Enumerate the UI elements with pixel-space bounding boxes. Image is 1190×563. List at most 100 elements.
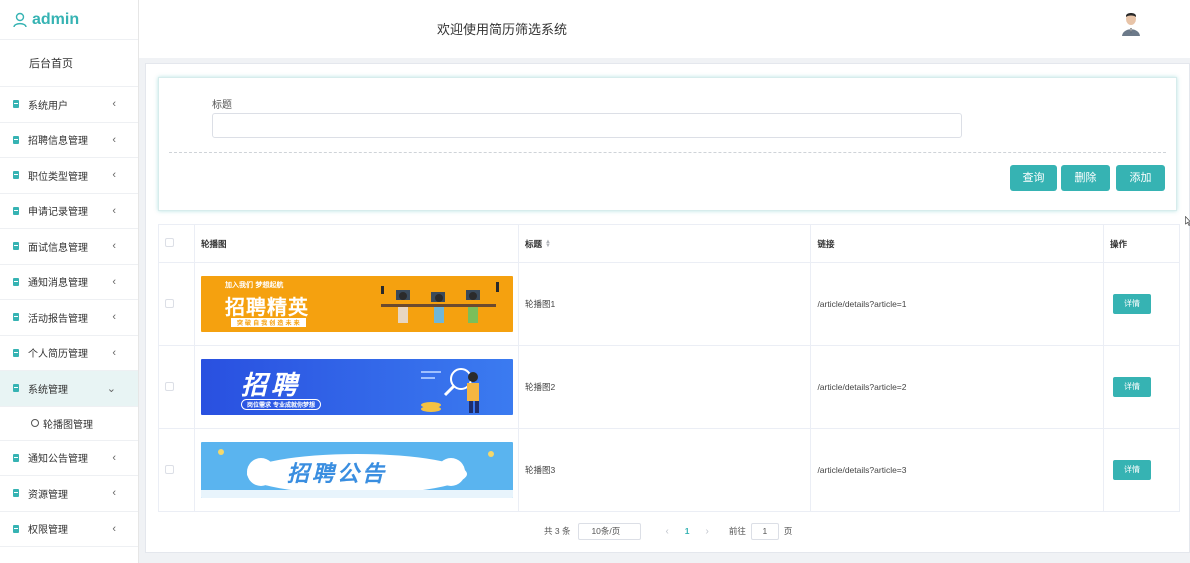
document-icon — [13, 453, 19, 462]
column-header-image: 轮播图 — [193, 224, 519, 263]
sidebar-item-label: 申请记录管理 — [28, 207, 88, 219]
prev-page-icon[interactable]: ‹ — [665, 526, 668, 537]
column-header-title-label: 标题 — [524, 238, 542, 249]
chevron-left-icon: ‹ — [112, 451, 116, 464]
banner-headline: 招聘公告 — [286, 462, 387, 487]
column-header-title[interactable]: 标题 ▲ ▼ — [517, 224, 812, 263]
sidebar-item-job-types[interactable]: 职位类型管理 ‹ — [0, 158, 138, 194]
banner-headline: 招聘精英 — [224, 295, 309, 319]
chevron-left-icon: ‹ — [112, 240, 116, 253]
banner-subline: 岗位需求 专业成就你梦想 — [240, 399, 322, 410]
brand-name: admin — [32, 10, 80, 28]
sidebar-item-system-management[interactable]: 系统管理 ⌄ — [0, 371, 138, 407]
banner-cell: 加入我们 梦想起航 招聘精英 突 破 自 我 创 造 未 来 — [193, 262, 519, 346]
sort-icon[interactable]: ▲ ▼ — [545, 239, 551, 249]
sidebar-item-interviews[interactable]: 面试信息管理 ‹ — [0, 229, 138, 265]
table-row: 加入我们 梦想起航 招聘精英 突 破 自 我 创 造 未 来 轮播图1 /art… — [158, 262, 1180, 346]
link-cell: /article/details?article=2 — [810, 345, 1105, 429]
detail-button[interactable]: 详情 — [1113, 460, 1152, 480]
select-all-checkbox[interactable] — [165, 238, 174, 247]
document-icon — [13, 313, 19, 322]
sidebar-item-recruitment[interactable]: 招聘信息管理 ‹ — [0, 123, 138, 158]
sidebar-item-label: 系统用户 — [28, 100, 68, 112]
banner-image: 招聘 岗位需求 专业成就你梦想 — [200, 359, 513, 415]
document-icon — [13, 277, 19, 286]
link-cell: /article/details?article=3 — [810, 428, 1105, 512]
sidebar-item-resources[interactable]: 资源管理 ‹ — [0, 476, 138, 512]
carousel-table: 轮播图 标题 ▲ ▼ 链接 操作 加入我们 梦想起航 招聘精英 突 破 自 我 创 … — [158, 224, 1180, 512]
main-panel: 标题 查询 删除 添加 轮播图 标题 ▲ ▼ 链接 操作 加入我们 梦想起航 招聘精… — [145, 63, 1190, 553]
sidebar-item-label: 招聘信息管理 — [28, 136, 88, 148]
chevron-left-icon: ‹ — [112, 311, 116, 324]
document-icon — [13, 171, 19, 180]
sidebar-item-notifications[interactable]: 通知消息管理 ‹ — [0, 265, 138, 300]
sidebar-item-label: 面试信息管理 — [28, 242, 88, 254]
sidebar-item-permissions[interactable]: 权限管理 ‹ — [0, 512, 138, 547]
office-people-illustration — [380, 282, 499, 323]
top-header: 欢迎使用简历筛选系统 — [139, 0, 1190, 58]
banner-subline: 突 破 自 我 创 造 未 来 — [230, 318, 306, 327]
sidebar-item-applications[interactable]: 申请记录管理 ‹ — [0, 194, 138, 229]
select-all-cell — [158, 224, 195, 263]
sidebar-item-system-users[interactable]: 系统用户 ‹ — [0, 87, 138, 123]
sidebar-item-label: 通知消息管理 — [28, 278, 88, 290]
current-page[interactable]: 1 — [685, 526, 690, 536]
document-icon — [13, 242, 19, 251]
add-button[interactable]: 添加 — [1116, 165, 1165, 191]
document-icon — [13, 206, 19, 215]
row-checkbox-cell — [158, 345, 195, 429]
row-checkbox[interactable] — [165, 298, 174, 308]
sidebar-item-announcements[interactable]: 通知公告管理 ‹ — [0, 441, 138, 476]
divider — [169, 152, 1166, 153]
table-header-row: 轮播图 标题 ▲ ▼ 链接 操作 — [158, 224, 1180, 263]
column-header-link: 链接 — [810, 224, 1105, 263]
page-size-select[interactable]: 10条/页 — [578, 522, 642, 540]
link-cell: /article/details?article=1 — [810, 262, 1105, 346]
chevron-left-icon: ‹ — [112, 275, 116, 288]
page-suffix: 页 — [783, 526, 793, 536]
person-illustration — [420, 368, 479, 413]
mouse-cursor-icon — [1185, 216, 1190, 226]
sidebar-item-label: 通知公告管理 — [28, 454, 88, 466]
brand: admin — [0, 0, 138, 40]
sidebar-item-resumes[interactable]: 个人简历管理 ‹ — [0, 336, 138, 371]
sidebar-item-label: 活动报告管理 — [28, 313, 88, 325]
detail-button[interactable]: 详情 — [1113, 294, 1152, 314]
sidebar-item-activity-reports[interactable]: 活动报告管理 ‹ — [0, 300, 138, 336]
chevron-down-icon: ⌄ — [106, 382, 116, 395]
actions-cell: 详情 — [1103, 345, 1180, 429]
chevron-left-icon: ‹ — [112, 204, 116, 217]
chevron-left-icon: ‹ — [112, 487, 116, 500]
sidebar-item-label: 个人简历管理 — [28, 349, 88, 361]
sidebar: admin 后台首页 系统用户 ‹ 招聘信息管理 ‹ 职位类型管理 ‹ 申请记录管理 ‹… — [0, 0, 139, 563]
query-button[interactable]: 查询 — [1010, 165, 1057, 191]
column-header-actions: 操作 — [1103, 224, 1180, 263]
clock-icon — [31, 419, 39, 427]
actions-cell: 详情 — [1103, 428, 1180, 512]
pagination: 共 3 条 10条/页 ‹ 1 › 前往 1 页 — [544, 522, 792, 540]
next-page-icon[interactable]: › — [706, 526, 709, 537]
row-checkbox-cell — [158, 428, 195, 512]
sidebar-item-label: 系统管理 — [28, 384, 68, 396]
document-icon — [13, 348, 19, 357]
goto-page-input[interactable]: 1 — [750, 522, 779, 540]
sidebar-item-home[interactable]: 后台首页 — [0, 40, 138, 87]
avatar-icon[interactable] — [1120, 10, 1142, 36]
goto-label: 前往 — [728, 526, 746, 536]
search-card: 标题 查询 删除 添加 — [158, 77, 1177, 211]
user-icon — [13, 12, 27, 27]
banner-headline: 招聘 — [240, 371, 301, 401]
banner-image: 招聘公告 — [200, 442, 513, 498]
row-checkbox[interactable] — [165, 464, 174, 474]
banner-tagline: 加入我们 梦想起航 — [224, 281, 284, 289]
chevron-left-icon: ‹ — [112, 522, 116, 535]
sidebar-subitem-carousel[interactable]: 轮播图管理 — [0, 407, 138, 441]
sidebar-item-label: 职位类型管理 — [28, 171, 88, 183]
detail-button[interactable]: 详情 — [1113, 377, 1152, 397]
row-checkbox-cell — [158, 262, 195, 346]
title-search-input[interactable] — [212, 113, 962, 138]
pagination-total: 共 3 条 — [544, 526, 571, 536]
row-checkbox[interactable] — [165, 381, 174, 391]
document-icon — [13, 135, 19, 144]
delete-button[interactable]: 删除 — [1061, 165, 1110, 191]
